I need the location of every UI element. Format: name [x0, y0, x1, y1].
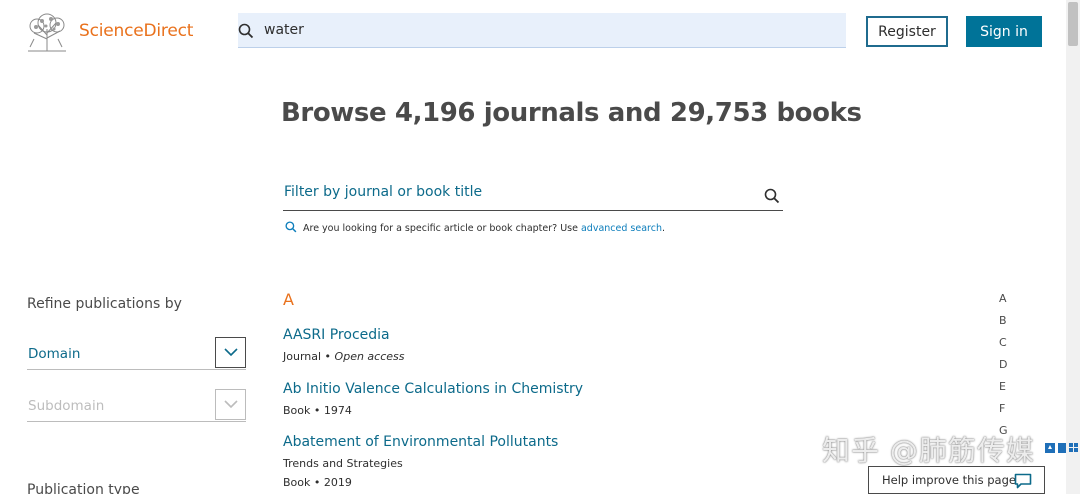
- publication-title-link[interactable]: AASRI Procedia: [283, 327, 390, 343]
- refine-heading: Refine publications by: [27, 296, 182, 312]
- alphabet-link-d[interactable]: D: [999, 358, 1007, 371]
- publication-meta: Journal • Open access: [283, 350, 405, 363]
- search-icon[interactable]: [238, 23, 254, 43]
- speech-bubble-icon: [1014, 473, 1032, 492]
- brand-name[interactable]: ScienceDirect: [79, 21, 193, 41]
- toolbar-mini-icons[interactable]: [1045, 440, 1080, 454]
- advanced-search-hint: Are you looking for a specific article o…: [285, 221, 665, 236]
- register-button[interactable]: Register: [866, 16, 948, 47]
- alphabet-link-b[interactable]: B: [999, 314, 1007, 327]
- publication-title-link[interactable]: Abatement of Environmental Pollutants: [283, 434, 558, 450]
- alphabet-link-e[interactable]: E: [999, 380, 1006, 393]
- publication-type-heading: Publication type: [27, 482, 140, 494]
- page-title: Browse 4,196 journals and 29,753 books: [281, 98, 862, 128]
- alphabet-link-c[interactable]: C: [999, 336, 1007, 349]
- subdomain-label: Subdomain: [28, 398, 105, 414]
- search-query[interactable]: water: [264, 22, 304, 38]
- sign-in-button[interactable]: Sign in: [966, 16, 1042, 47]
- subdomain-select[interactable]: Subdomain: [27, 389, 246, 422]
- alphabet-link-a[interactable]: A: [999, 292, 1007, 305]
- publication-meta: Book • 2019: [283, 476, 352, 489]
- filter-placeholder: Filter by journal or book title: [284, 184, 483, 200]
- scrollbar-track[interactable]: [1066, 0, 1080, 494]
- publication-meta: Book • 1974: [283, 404, 352, 417]
- hint-text: Are you looking for a specific article o…: [303, 223, 581, 234]
- help-improve-label: Help improve this page: [882, 473, 1016, 487]
- chevron-down-icon[interactable]: [215, 389, 246, 420]
- publication-subtitle: Trends and Strategies: [283, 457, 403, 470]
- publication-title-link[interactable]: Ab Initio Valence Calculations in Chemis…: [283, 381, 583, 397]
- help-improve-button[interactable]: Help improve this page: [868, 466, 1045, 494]
- global-search-bar[interactable]: water: [238, 13, 846, 48]
- scrollbar-thumb[interactable]: [1068, 2, 1078, 46]
- chevron-down-icon[interactable]: [215, 337, 246, 368]
- advanced-search-link[interactable]: advanced search: [581, 223, 662, 234]
- hint-end: .: [661, 223, 666, 234]
- elsevier-logo[interactable]: [24, 11, 70, 52]
- letter-heading: A: [283, 290, 294, 309]
- alphabet-link-f[interactable]: F: [999, 402, 1005, 415]
- title-filter-input[interactable]: Filter by journal or book title: [283, 180, 783, 211]
- watermark: 知乎 @肺筋传媒: [822, 434, 1035, 467]
- domain-label: Domain: [28, 346, 81, 362]
- domain-select[interactable]: Domain: [27, 337, 246, 370]
- search-icon: [285, 221, 297, 236]
- search-icon[interactable]: [764, 188, 780, 208]
